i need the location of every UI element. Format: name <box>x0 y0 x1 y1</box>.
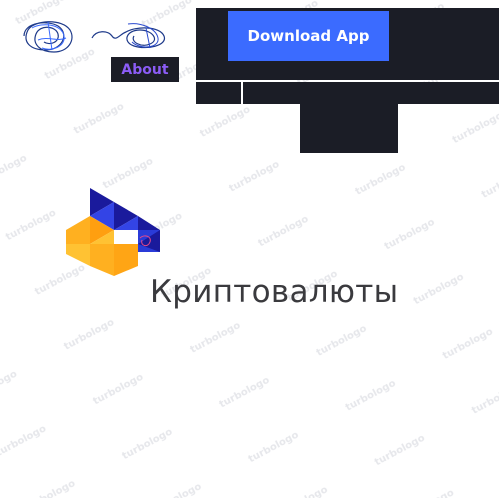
nav-subitem-right[interactable] <box>243 82 499 104</box>
nav-about-link[interactable]: About <box>111 57 179 82</box>
crypto-cube-logo-icon <box>66 188 160 276</box>
nav-about-label: About <box>121 61 169 78</box>
scribble-logo-left <box>23 21 73 53</box>
nav-subitem-left[interactable] <box>196 82 241 104</box>
download-app-label: Download App <box>247 27 370 45</box>
scribble-logo-right <box>91 23 165 49</box>
nav-dropdown-panel <box>300 104 398 153</box>
download-app-button[interactable]: Download App <box>228 11 389 61</box>
brand-name: Криптовалюты <box>150 274 399 310</box>
